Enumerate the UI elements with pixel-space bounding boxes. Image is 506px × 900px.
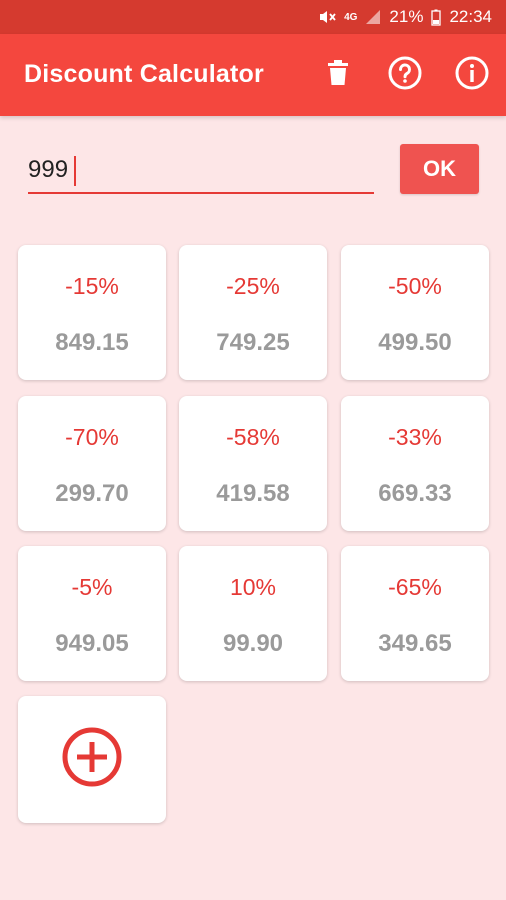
price-input[interactable] [28,154,374,186]
add-discount-button[interactable] [18,696,166,823]
discount-percent: -25% [226,273,280,299]
delete-button[interactable] [320,57,356,93]
info-button[interactable] [454,56,490,95]
discount-percent: -50% [388,273,442,299]
discounted-price: 419.58 [216,480,290,507]
ok-button[interactable]: OK [400,144,479,194]
status-bar: 4G 21% 22:34 [0,0,506,34]
discounted-price: 349.65 [378,630,452,657]
delete-icon [327,59,349,91]
discount-card[interactable]: -5% 949.05 [18,546,166,681]
discount-percent: -58% [226,424,280,450]
mute-icon [318,9,336,25]
help-button[interactable] [387,56,423,95]
signal-icon [365,9,381,25]
discount-card[interactable]: 10% 99.90 [179,546,327,681]
discount-card[interactable]: -65% 349.65 [341,546,489,681]
discount-card[interactable]: -15% 849.15 [18,245,166,380]
discount-card[interactable]: -25% 749.25 [179,245,327,380]
app-title: Discount Calculator [24,60,264,88]
app-bar: Discount Calculator [0,34,506,116]
discounted-price: 849.15 [55,329,129,356]
discount-card[interactable]: -33% 669.33 [341,396,489,531]
discounted-price: 749.25 [216,329,290,356]
text-caret [74,156,76,186]
discount-percent: -15% [65,273,119,299]
network-type-label: 4G [344,11,358,23]
battery-percent: 21% [389,7,424,26]
info-icon [455,56,489,95]
discount-card[interactable]: -50% 499.50 [341,245,489,380]
discount-percent: -5% [71,574,113,600]
discounted-price: 949.05 [55,630,129,657]
discounted-price: 669.33 [378,480,452,507]
discount-percent: -33% [388,424,442,450]
discounted-price: 499.50 [378,329,452,356]
discount-card[interactable]: -58% 419.58 [179,396,327,531]
battery-icon [431,9,442,26]
price-input-field [28,148,374,194]
help-icon [388,56,422,95]
discount-card[interactable]: -70% 299.70 [18,396,166,531]
add-circle-icon [61,726,123,793]
discounted-price: 99.90 [222,630,284,657]
discount-percent: -70% [65,424,119,450]
clock: 22:34 [449,7,492,26]
discount-percent: -65% [388,574,442,600]
discounted-price: 299.70 [55,480,129,507]
discount-percent: 10% [229,574,277,600]
